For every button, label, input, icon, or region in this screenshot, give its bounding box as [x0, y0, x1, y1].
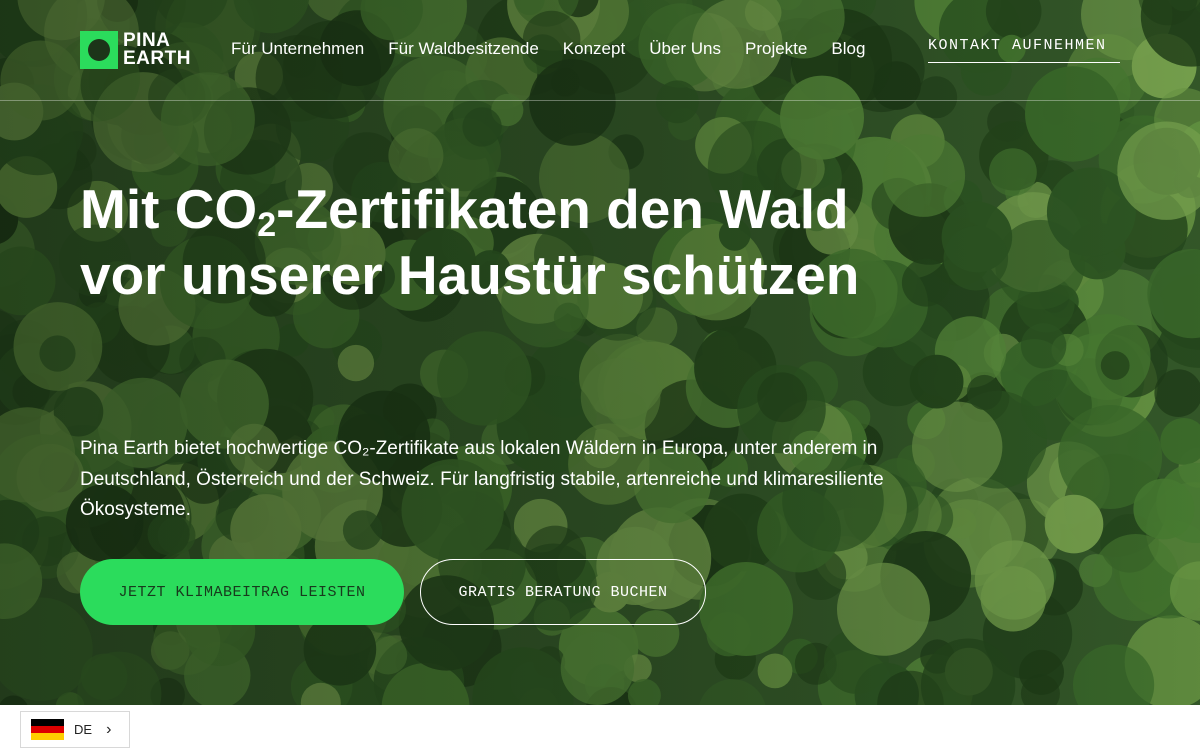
klimabeitrag-button[interactable]: JETZT KLIMABEITRAG LEISTEN: [80, 559, 404, 625]
logo-line-2: EARTH: [123, 48, 191, 69]
nav-item-blog[interactable]: Blog: [831, 38, 865, 60]
main-nav: Für Unternehmen Für Waldbesitzende Konze…: [231, 38, 889, 60]
de-flag-icon: [31, 718, 64, 741]
logo-wordmark: PINA EARTH: [123, 31, 191, 69]
nav-item-waldbesitzende[interactable]: Für Waldbesitzende: [388, 38, 539, 60]
language-switcher[interactable]: DE ›: [20, 711, 130, 748]
chevron-right-icon: ›: [106, 720, 112, 738]
hero-heading: Mit CO2-Zertifikaten den Wald vor unsere…: [80, 176, 880, 308]
nav-item-konzept[interactable]: Konzept: [563, 38, 625, 60]
hero-heading-part-1: Mit CO: [80, 178, 258, 240]
language-code: DE: [74, 722, 93, 737]
hero-section: PINA EARTH Für Unternehmen Für Waldbesit…: [0, 0, 1200, 705]
hero-lead-text: Pina Earth bietet hochwertige CO₂-Zertif…: [80, 438, 884, 520]
contact-link[interactable]: KONTAKT AUFNEHMEN: [928, 36, 1120, 63]
bottom-bar: [0, 705, 1200, 750]
nav-item-projekte[interactable]: Projekte: [745, 38, 807, 60]
nav-item-unternehmen[interactable]: Für Unternehmen: [231, 38, 364, 60]
hero-heading-subscript: 2: [257, 206, 277, 244]
beratung-button[interactable]: GRATIS BERATUNG BUCHEN: [420, 559, 706, 625]
site-header: PINA EARTH Für Unternehmen Für Waldbesit…: [0, 0, 1200, 101]
pina-earth-logo[interactable]: PINA EARTH: [80, 30, 191, 70]
nav-item-ueber-uns[interactable]: Über Uns: [649, 38, 721, 60]
logo-mark-icon: [80, 31, 118, 69]
